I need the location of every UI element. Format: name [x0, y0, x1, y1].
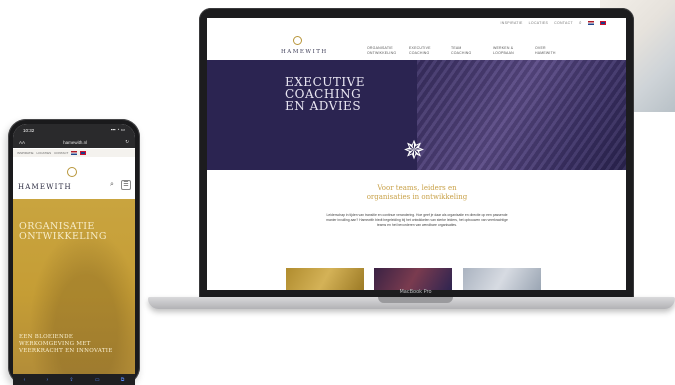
- laptop-utility-bar: INSPIRATIE LOCATIES CONTACT ⌕: [207, 18, 626, 28]
- phone-screen: 10:32 ▪▪▪ ◔ ▭ AA hamewith.nl ↻ INSPIRATI…: [13, 124, 135, 385]
- phone-hero-title: ORGANISATIE ONTWIKKELING: [19, 221, 107, 242]
- logo-text[interactable]: HAMEWITH: [18, 183, 72, 191]
- flag-nl-icon[interactable]: [588, 21, 594, 25]
- phone-browser-toolbar: ‹ › ⇪ ▭ ⧉: [13, 374, 135, 385]
- nav-item-team-coaching[interactable]: TEAM COACHING: [451, 46, 479, 55]
- utility-link-contact[interactable]: CONTACT: [554, 21, 573, 25]
- laptop-site-header: HAMEWITH ORGANISATIE ONTWIKKELING EXECUT…: [207, 28, 626, 60]
- star-emblem-icon: ✵: [403, 135, 425, 165]
- reload-icon[interactable]: ↻: [125, 139, 129, 145]
- hero-image: [417, 60, 626, 170]
- utility-link-contact[interactable]: CONTACT: [54, 151, 68, 155]
- phone-url-bar[interactable]: AA hamewith.nl ↻: [13, 136, 135, 148]
- search-icon[interactable]: ⌕: [110, 181, 114, 189]
- hero-title: EXECUTIVE COACHING EN ADVIES: [285, 75, 366, 113]
- phone-hero-subtitle: EEN BLOEIENDE WERKOMGEVING MET VEERKRACH…: [19, 334, 113, 354]
- utility-link-inspiratie[interactable]: INSPIRATIE: [500, 21, 522, 25]
- logo-text[interactable]: HAMEWITH: [281, 49, 328, 55]
- flag-nl-icon[interactable]: [71, 151, 78, 155]
- tabs-icon[interactable]: ⧉: [121, 377, 125, 383]
- laptop-model-label: MacBook Pro: [399, 289, 432, 295]
- nav-item-over-hamewith[interactable]: OVER HAMEWITH: [535, 46, 563, 55]
- utility-link-inspiratie[interactable]: INSPIRATIE: [17, 151, 33, 155]
- back-icon[interactable]: ‹: [24, 377, 26, 383]
- forward-icon[interactable]: ›: [47, 377, 49, 383]
- bookmarks-icon[interactable]: ▭: [95, 377, 100, 383]
- laptop-notch: [378, 297, 453, 303]
- logo-mark-icon[interactable]: [67, 167, 77, 177]
- utility-link-locaties[interactable]: LOCATIES: [529, 21, 548, 25]
- phone-status-bar: 10:32 ▪▪▪ ◔ ▭: [13, 124, 135, 136]
- text-size-icon[interactable]: AA: [19, 140, 25, 145]
- menu-icon[interactable]: ☰: [121, 180, 131, 190]
- phone-site-header: HAMEWITH ⌕ ☰: [13, 157, 135, 199]
- feature-card-image[interactable]: [463, 268, 541, 290]
- intro-paragraph: Leiderschap in tijden van transitie en c…: [326, 213, 508, 228]
- nav-item-werken-loopbaan[interactable]: WERKEN & LOOPBAAN: [493, 46, 521, 55]
- flag-uk-icon[interactable]: [600, 21, 606, 25]
- nav-item-organisatie-ontwikkeling[interactable]: ORGANISATIE ONTWIKKELING: [367, 46, 396, 55]
- nav-item-executive-coaching[interactable]: EXECUTIVE COACHING: [409, 46, 437, 55]
- utility-link-locaties[interactable]: LOCATIES: [36, 151, 51, 155]
- logo-mark-icon[interactable]: [293, 36, 302, 45]
- url-text[interactable]: hamewith.nl: [63, 140, 87, 145]
- feature-card-image[interactable]: [286, 268, 364, 290]
- section-heading: Voor teams, leiders en organisaties in o…: [366, 184, 468, 201]
- status-indicators-icon: ▪▪▪ ◔ ▭: [110, 127, 125, 132]
- laptop-screen: INSPIRATIE LOCATIES CONTACT ⌕ HAMEWITH O…: [207, 18, 626, 290]
- main-nav: ORGANISATIE ONTWIKKELING EXECUTIVE COACH…: [367, 46, 563, 55]
- flag-uk-icon[interactable]: [80, 151, 87, 155]
- share-icon[interactable]: ⇪: [69, 377, 73, 383]
- feature-card-image[interactable]: [374, 268, 452, 290]
- phone-utility-bar: INSPIRATIE LOCATIES CONTACT: [13, 149, 135, 157]
- status-time: 10:32: [23, 127, 35, 133]
- search-icon[interactable]: ⌕: [579, 20, 582, 26]
